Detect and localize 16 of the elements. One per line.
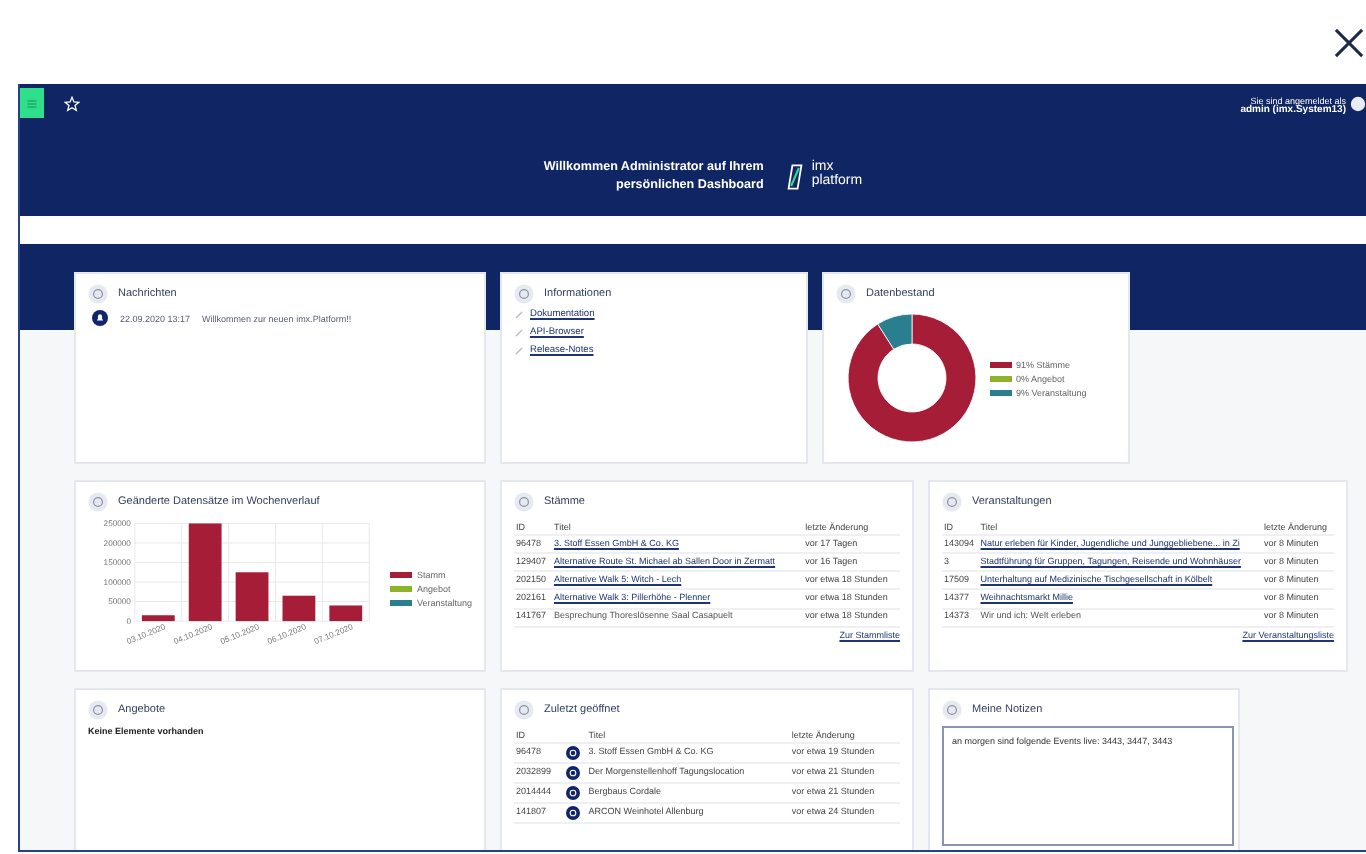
legend-swatch: [390, 571, 413, 577]
logo-icon: [785, 161, 804, 192]
chart-bar: [235, 572, 269, 622]
menu-icon: [26, 97, 38, 109]
legend-swatch: [390, 585, 413, 591]
chart-bar: [282, 595, 316, 622]
legend-swatch: [990, 389, 1012, 395]
chart-bar: [329, 605, 363, 622]
legend-swatch: [390, 599, 413, 605]
close-icon[interactable]: [1334, 27, 1364, 57]
chart-bar: [141, 615, 175, 622]
legend-swatch: [990, 375, 1012, 381]
star-icon[interactable]: [64, 95, 80, 111]
legend-swatch: [990, 361, 1012, 367]
avatar-icon[interactable]: [1350, 95, 1366, 111]
chart-bar: [188, 523, 222, 622]
